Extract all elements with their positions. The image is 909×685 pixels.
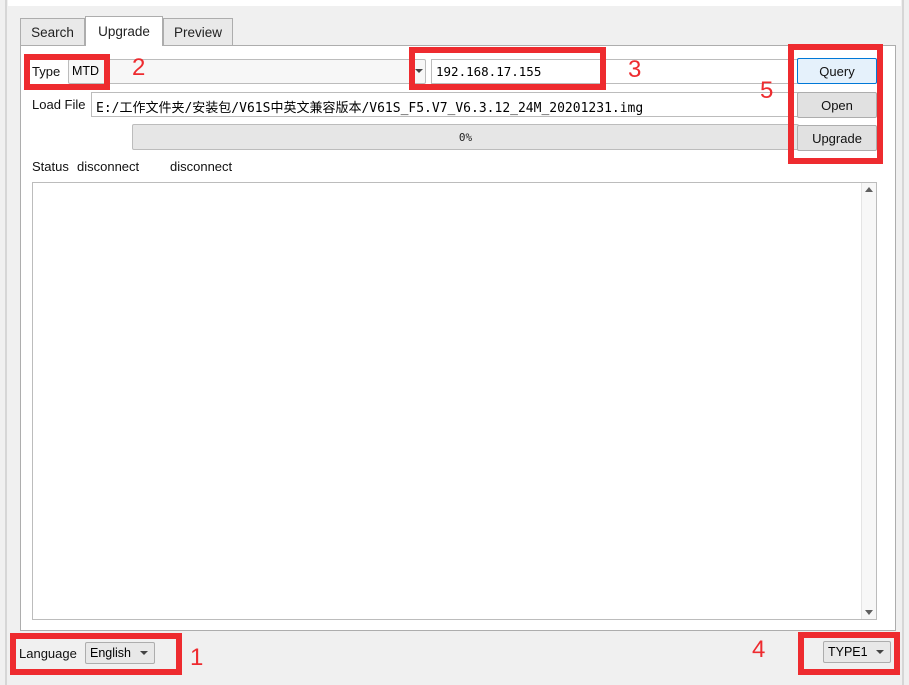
tab-upgrade[interactable]: Upgrade <box>85 16 163 46</box>
log-scrollbar[interactable] <box>861 183 876 619</box>
window-right-edge <box>902 0 904 685</box>
tab-search[interactable]: Search <box>20 18 85 45</box>
status-value: disconnect <box>77 159 140 174</box>
annotation-number-5: 5 <box>760 77 774 104</box>
top-strip <box>8 0 901 6</box>
tab-preview[interactable]: Preview <box>163 18 233 45</box>
progress-text: 0% <box>458 130 473 144</box>
annotation-box-5 <box>788 44 883 164</box>
annotation-box-4 <box>798 632 900 675</box>
status-label: Status <box>32 159 69 174</box>
annotation-number-2: 2 <box>132 54 146 81</box>
scroll-down-icon[interactable] <box>865 610 873 615</box>
annotation-box-1 <box>10 633 182 675</box>
file-path-input[interactable]: E:/工作文件夹/安装包/V61S中英文兼容版本/V61S_F5.V7_V6.3… <box>91 92 799 117</box>
annotation-number-4: 4 <box>752 636 766 663</box>
upgrade-progress-bar: 0% <box>132 124 799 150</box>
annotation-number-1: 1 <box>190 644 204 671</box>
scroll-up-icon[interactable] <box>865 187 873 192</box>
type-combobox[interactable]: MTD <box>68 59 426 84</box>
annotation-box-3 <box>409 47 606 90</box>
window-left-edge <box>5 0 7 685</box>
log-textarea[interactable] <box>32 182 877 620</box>
annotation-box-2 <box>24 54 110 90</box>
load-file-label: Load File <box>32 97 86 112</box>
status-value-secondary: disconnect <box>170 159 233 174</box>
annotation-number-3: 3 <box>628 56 642 83</box>
